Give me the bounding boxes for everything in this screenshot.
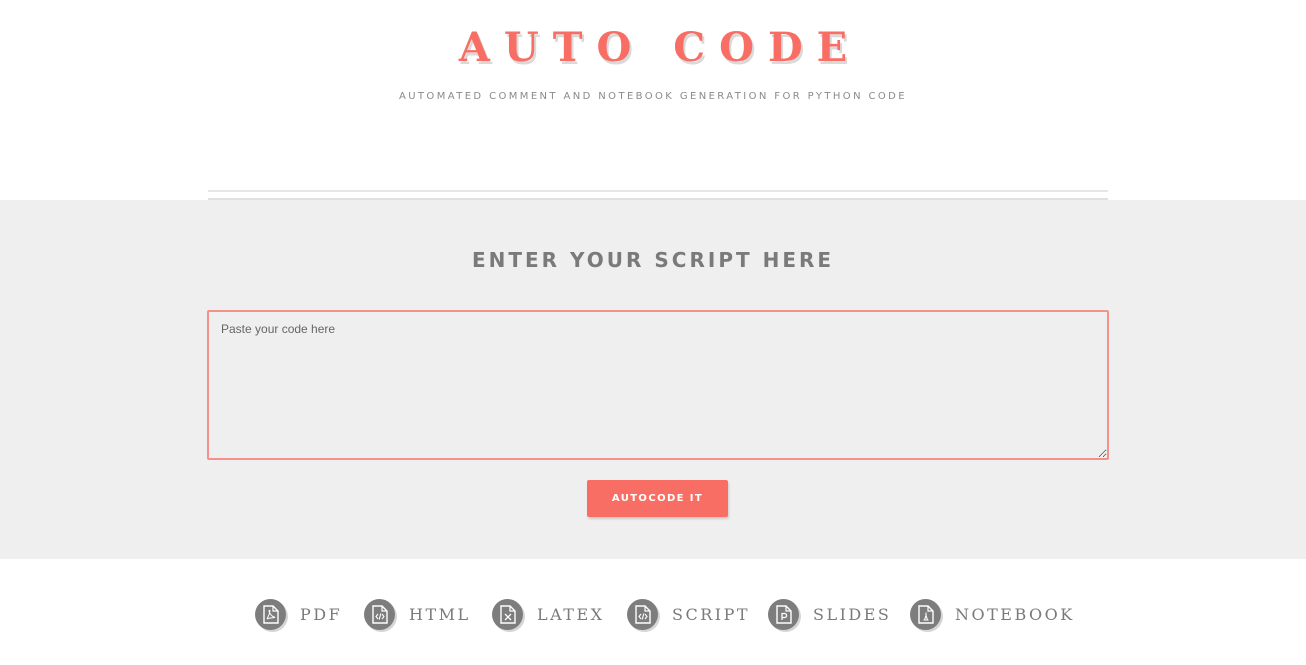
pdf-file-icon xyxy=(255,598,286,630)
site-title: AUTO CODE xyxy=(458,24,862,71)
export-latex-link[interactable]: LATEX xyxy=(492,598,605,630)
export-notebook-link[interactable]: NOTEBOOK xyxy=(910,598,1075,630)
export-label: SCRIPT xyxy=(672,604,751,624)
html-file-icon xyxy=(364,598,395,630)
script-file-icon xyxy=(627,598,658,630)
divider xyxy=(208,198,1108,200)
code-input[interactable] xyxy=(207,310,1109,460)
section-heading: ENTER YOUR SCRIPT HERE xyxy=(471,248,835,272)
export-label: HTML xyxy=(409,604,471,624)
site-header: AUTO CODE AUTOMATED COMMENT AND NOTEBOOK… xyxy=(0,0,1306,200)
site-subtitle: AUTOMATED COMMENT AND NOTEBOOK GENERATIO… xyxy=(398,91,908,102)
latex-file-icon xyxy=(492,598,523,630)
export-pdf-link[interactable]: PDF xyxy=(255,598,342,630)
notebook-file-icon xyxy=(910,598,941,630)
divider xyxy=(208,190,1108,192)
slides-file-icon xyxy=(768,598,799,630)
export-label: LATEX xyxy=(537,604,605,624)
export-html-link[interactable]: HTML xyxy=(364,598,471,630)
export-label: NOTEBOOK xyxy=(955,604,1075,624)
export-label: PDF xyxy=(300,604,343,624)
export-bar: PDF HTML LATEX SCRIPT SLIDES NOTEBOOK xyxy=(0,559,1306,665)
export-label: SLIDES xyxy=(813,604,892,624)
autocode-button[interactable]: AUTOCODE IT xyxy=(587,480,728,517)
export-slides-link[interactable]: SLIDES xyxy=(768,598,891,630)
export-script-link[interactable]: SCRIPT xyxy=(627,598,750,630)
script-entry-section: ENTER YOUR SCRIPT HERE AUTOCODE IT xyxy=(0,200,1306,559)
